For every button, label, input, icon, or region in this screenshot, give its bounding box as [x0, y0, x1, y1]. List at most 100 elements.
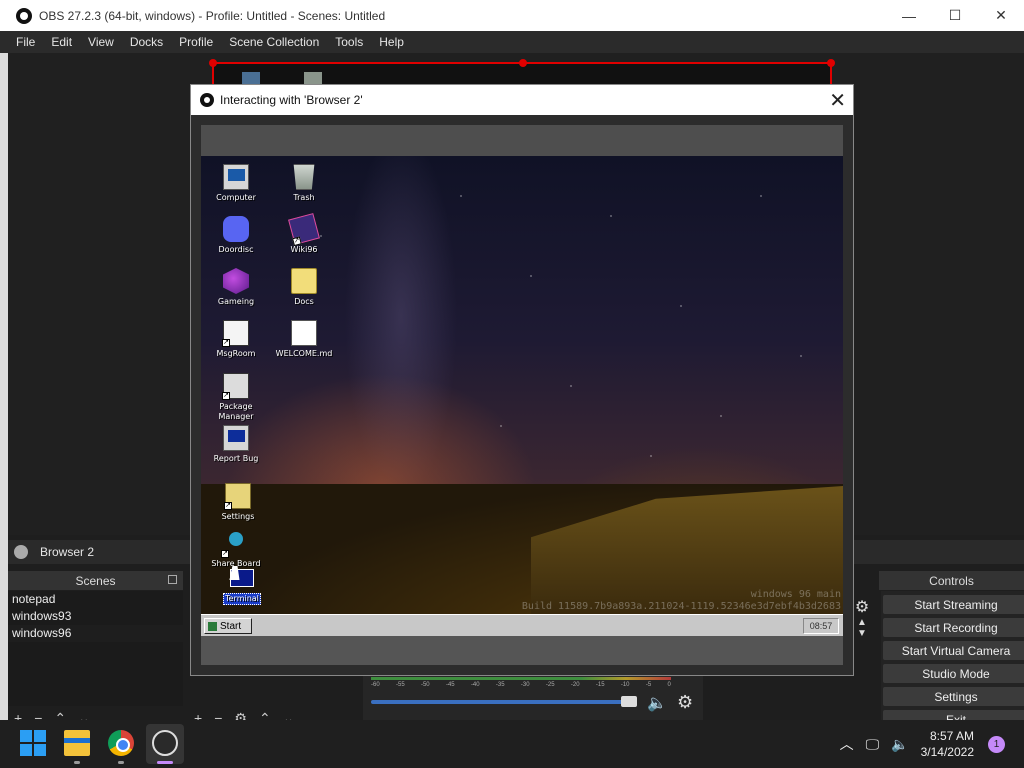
maximize-button[interactable]: ☐: [932, 0, 978, 31]
interact-dialog: Interacting with 'Browser 2' ✕ Computer …: [190, 84, 854, 676]
move-up-icon[interactable]: ⌃: [259, 710, 271, 726]
desktop-icon-share-board[interactable]: ↗ Share Board: [206, 530, 266, 569]
close-button[interactable]: ✕: [978, 0, 1024, 31]
dialog-close-button[interactable]: ✕: [829, 88, 846, 113]
shortcut-arrow-icon: ↗: [222, 392, 230, 400]
desktop-icon-settings[interactable]: ↗ Settings: [208, 483, 268, 522]
shortcut-arrow-icon: ↗: [224, 502, 232, 510]
undock-icon[interactable]: [168, 575, 177, 584]
running-indicator: [118, 761, 124, 764]
desktop-icon-trash[interactable]: Trash: [274, 164, 334, 203]
browser-view[interactable]: Computer Trash Doordisc ↗ Wiki96 Gameing…: [201, 125, 843, 665]
left-edge: [0, 53, 8, 768]
share-icon: ↗: [221, 530, 249, 558]
desktop-icon-terminal[interactable]: Terminal: [212, 569, 272, 605]
wiki-icon: ↗: [288, 213, 320, 247]
menu-view[interactable]: View: [80, 35, 122, 49]
start-logo-icon: [208, 621, 217, 631]
trash-icon: [293, 164, 315, 190]
desktop-icon-docs[interactable]: Docs: [274, 268, 334, 307]
win96-start-button[interactable]: Start: [204, 618, 252, 634]
start-streaming-button[interactable]: Start Streaming: [883, 595, 1024, 614]
move-down-icon[interactable]: ⌄: [78, 710, 90, 726]
notification-badge[interactable]: 1: [988, 735, 1005, 753]
resize-handle[interactable]: [519, 59, 527, 67]
menu-tools[interactable]: Tools: [327, 35, 371, 49]
controls-dock-header: Controls: [879, 571, 1024, 590]
desktop-icon-report-bug[interactable]: Report Bug: [206, 425, 266, 464]
volume-icon[interactable]: 🔈: [891, 736, 908, 753]
remove-scene-icon[interactable]: −: [34, 710, 42, 726]
desktop-icon-doordisc[interactable]: Doordisc: [206, 216, 266, 255]
start-recording-button[interactable]: Start Recording: [883, 618, 1024, 637]
package-icon: ↗: [222, 373, 249, 400]
scene-item-selected[interactable]: windows96: [8, 625, 183, 642]
computer-icon: [223, 164, 249, 190]
desktop-icon-package-manager[interactable]: ↗ Package Manager: [206, 373, 266, 422]
move-down-icon[interactable]: ⌄: [283, 710, 295, 726]
minimize-button[interactable]: —: [886, 0, 932, 31]
scene-item[interactable]: notepad: [8, 591, 183, 608]
move-up-icon[interactable]: ⌃: [54, 710, 66, 726]
show-hidden-icons-icon[interactable]: ︿: [840, 734, 854, 754]
desktop-icon-label: MsgRoom: [216, 349, 256, 358]
volume-slider-handle[interactable]: [621, 696, 637, 707]
scenes-list: notepad windows93 windows96: [8, 591, 183, 706]
build-watermark: windows 96 main Build 11589.7b9a893a.211…: [522, 589, 841, 613]
source-settings-icon[interactable]: ⚙: [234, 710, 247, 726]
file-explorer-icon[interactable]: [64, 730, 90, 756]
add-source-icon[interactable]: +: [194, 710, 202, 726]
audio-meter: [371, 677, 671, 680]
desktop-icon-label: Package Manager: [218, 402, 254, 421]
desktop-icon-label-selected: Terminal: [223, 593, 261, 605]
desktop-icon-wiki96[interactable]: ↗ Wiki96: [274, 213, 334, 255]
clock-date: 3/14/2022: [920, 745, 974, 759]
meter-tick: -60: [371, 682, 380, 688]
menu-help[interactable]: Help: [371, 35, 412, 49]
source-properties-icon[interactable]: [14, 545, 28, 559]
desktop-icon-label: Settings: [221, 512, 255, 521]
start-virtual-camera-button[interactable]: Start Virtual Camera: [883, 641, 1024, 660]
scenes-dock-title: Scenes: [75, 573, 116, 588]
speaker-icon[interactable]: 🔈: [647, 693, 667, 713]
folder-icon: [291, 268, 317, 294]
resize-handle[interactable]: [827, 59, 835, 67]
add-scene-icon[interactable]: +: [14, 710, 22, 726]
menu-profile[interactable]: Profile: [171, 35, 221, 49]
meter-tick: 0: [667, 682, 671, 688]
mixer-settings-icon[interactable]: ⚙: [677, 692, 693, 713]
meter-ticks: -60 -55 -50 -45 -40 -35 -30 -25 -20 -15 …: [371, 682, 671, 688]
volume-slider[interactable]: [371, 700, 633, 704]
running-indicator: [74, 761, 80, 764]
menu-file[interactable]: File: [8, 35, 43, 49]
studio-mode-button[interactable]: Studio Mode: [883, 664, 1024, 683]
menu-edit[interactable]: Edit: [43, 35, 80, 49]
menu-docks[interactable]: Docks: [122, 35, 171, 49]
scene-item[interactable]: windows93: [8, 608, 183, 625]
clock[interactable]: 8:57 AM 3/14/2022: [921, 728, 974, 760]
start-icon[interactable]: [20, 730, 46, 756]
desktop-icon-label: Computer: [216, 193, 256, 202]
meter-tick: -50: [420, 682, 430, 688]
desktop-icon-welcome[interactable]: WELCOME.md: [274, 320, 334, 359]
start-label: Start: [220, 620, 242, 632]
desktop-icon-label: Wiki96: [290, 245, 318, 254]
obs-icon[interactable]: [152, 730, 178, 756]
desktop-icon-label: Gameing: [217, 297, 255, 306]
network-icon[interactable]: 🖵: [866, 736, 880, 753]
desktop-icon-msgroom[interactable]: ↗ MsgRoom: [206, 320, 266, 359]
desktop-icon-gameing[interactable]: Gameing: [206, 268, 266, 307]
resize-handle[interactable]: [209, 59, 217, 67]
win96-desktop[interactable]: Computer Trash Doordisc ↗ Wiki96 Gameing…: [201, 156, 843, 614]
settings-button[interactable]: Settings: [883, 687, 1024, 706]
win96-clock: 08:57: [803, 618, 839, 634]
obs-title-bar: OBS 27.2.3 (64-bit, windows) - Profile: …: [0, 0, 1024, 31]
desktop-icon-computer[interactable]: Computer: [206, 164, 266, 203]
dialog-title-bar: Interacting with 'Browser 2' ✕: [191, 85, 853, 115]
dialog-title: Interacting with 'Browser 2': [220, 93, 363, 107]
win96-taskbar: Start 08:57: [201, 614, 843, 636]
remove-source-icon[interactable]: −: [214, 710, 222, 726]
menu-scene-collection[interactable]: Scene Collection: [221, 35, 327, 49]
chrome-icon[interactable]: [108, 730, 134, 756]
active-indicator: [157, 761, 173, 764]
